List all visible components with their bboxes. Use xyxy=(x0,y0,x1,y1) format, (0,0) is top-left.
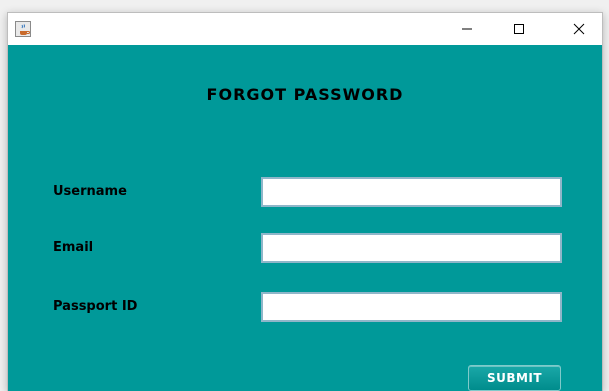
forgot-password-window: FORGOT PASSWORD Username Email Passport … xyxy=(7,12,603,391)
close-button[interactable] xyxy=(556,13,602,45)
maximize-button[interactable] xyxy=(496,13,542,45)
passport-id-field[interactable] xyxy=(261,292,562,322)
username-label: Username xyxy=(53,184,127,199)
passport-id-label: Passport ID xyxy=(53,299,138,314)
java-coffee-cup-icon[interactable] xyxy=(15,21,31,37)
username-field[interactable] xyxy=(261,177,562,207)
email-label: Email xyxy=(53,240,94,255)
submit-button[interactable]: SUBMIT xyxy=(468,365,561,391)
form-panel: FORGOT PASSWORD Username Email Passport … xyxy=(8,45,602,391)
minimize-icon xyxy=(461,20,473,39)
title-bar[interactable] xyxy=(8,13,602,45)
page-title: FORGOT PASSWORD xyxy=(206,85,404,104)
email-field[interactable] xyxy=(261,233,562,263)
maximize-icon xyxy=(513,20,525,39)
minimize-button[interactable] xyxy=(444,13,490,45)
close-icon xyxy=(573,20,585,39)
